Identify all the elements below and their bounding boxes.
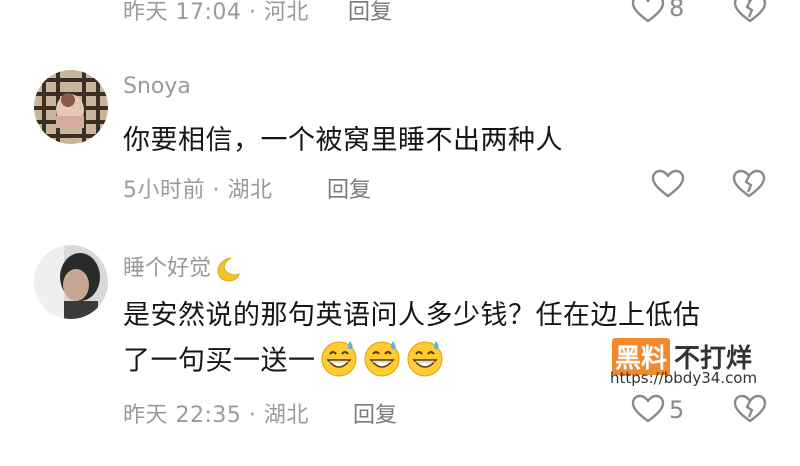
heart-icon[interactable] [651, 169, 685, 199]
like-count: 8 [669, 0, 685, 22]
watermark-url: https://bbdy34.com [610, 369, 758, 387]
username-text: 睡个好觉 [123, 256, 212, 281]
like-count: 5 [669, 396, 685, 424]
grin-sweat-emoji [362, 338, 402, 378]
moon-icon [213, 255, 241, 283]
comment-meta: 昨天 17:04 · 河北 [123, 0, 309, 25]
comment-text-line2-wrap: 了一句买一送一 [123, 338, 445, 378]
reply-button[interactable]: 回复 [353, 397, 397, 429]
grin-sweat-emoji [319, 338, 359, 378]
comment-text: 你要相信，一个被窝里睡不出两种人 [123, 125, 563, 156]
comment-text-line2: 了一句买一送一 [123, 345, 316, 377]
broken-heart-icon[interactable] [733, 394, 767, 424]
username[interactable]: 睡个好觉 [123, 250, 241, 283]
grin-sweat-emoji [405, 338, 445, 378]
reply-button[interactable]: 回复 [348, 0, 392, 26]
heart-icon[interactable] [631, 394, 665, 424]
broken-heart-icon[interactable] [732, 169, 766, 199]
username[interactable]: Snoya [123, 74, 191, 99]
comment-meta: 5小时前 · 湖北 [123, 178, 273, 203]
reply-button[interactable]: 回复 [327, 172, 371, 204]
broken-heart-icon[interactable] [733, 0, 767, 24]
comment-meta: 昨天 22:35 · 湖北 [123, 403, 309, 428]
avatar[interactable] [34, 245, 108, 319]
heart-icon[interactable] [631, 0, 665, 24]
avatar[interactable] [34, 70, 108, 144]
comment-text-line1: 是安然说的那句英语问人多少钱？任在边上低估 [123, 300, 701, 331]
